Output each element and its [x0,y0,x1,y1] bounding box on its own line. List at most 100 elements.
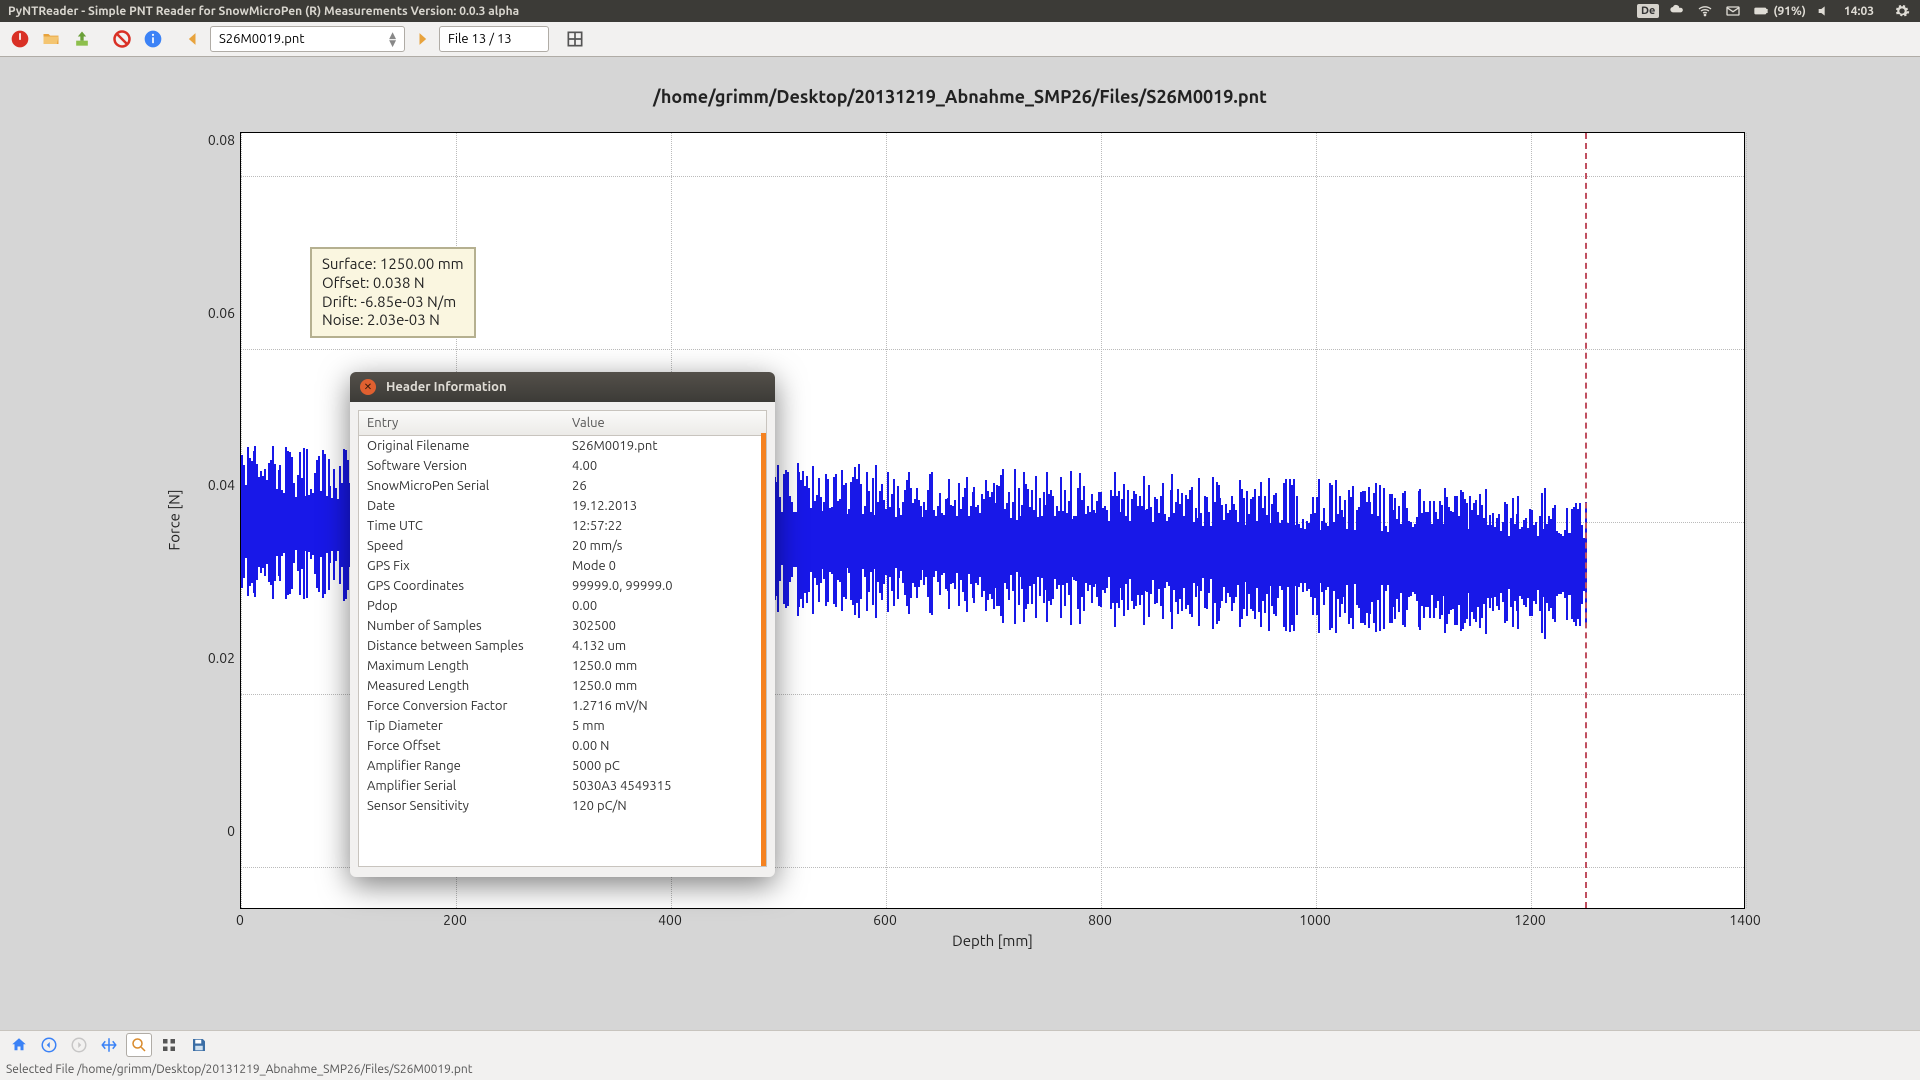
combo-arrows-icon: ▲▼ [389,31,396,47]
back-button[interactable] [36,1033,62,1057]
x-tick: 200 [443,912,467,928]
file-counter: File 13 / 13 [439,26,549,52]
value-cell: 4.00 [564,456,766,476]
table-row[interactable]: Sensor Sensitivity120 pC/N [359,796,766,816]
quit-button[interactable] [6,25,34,53]
entry-cell: Amplifier Serial [359,776,564,796]
entry-cell: Maximum Length [359,656,564,676]
configure-subplots-button[interactable] [156,1033,182,1057]
entry-cell: Distance between Samples [359,636,564,656]
weather-icon[interactable] [1667,2,1687,20]
entry-cell: Number of Samples [359,616,564,636]
entry-cell: SnowMicroPen Serial [359,476,564,496]
y-axis-label: Force [N] [166,489,183,550]
value-cell: 120 pC/N [564,796,766,816]
entry-cell: Measured Length [359,676,564,696]
gear-icon[interactable] [1892,2,1912,20]
table-row[interactable]: Original FilenameS26M0019.pnt [359,436,766,457]
wifi-icon[interactable] [1695,2,1715,20]
y-tick: 0.06 [175,305,235,321]
matplotlib-toolbar [0,1030,1920,1058]
value-cell: 0.00 [564,596,766,616]
y-tick: 0 [175,823,235,839]
y-tick: 0.08 [175,132,235,148]
x-tick: 600 [873,912,897,928]
toggle-view-button[interactable] [561,25,589,53]
table-row[interactable]: Number of Samples302500 [359,616,766,636]
table-row[interactable]: Measured Length1250.0 mm [359,676,766,696]
table-row[interactable]: Maximum Length1250.0 mm [359,656,766,676]
surface-info-annotation: Surface: 1250.00 mm Offset: 0.038 N Drif… [310,247,476,338]
save-figure-button[interactable] [186,1033,212,1057]
value-cell: 99999.0, 99999.0 [564,576,766,596]
value-cell: S26M0019.pnt [564,436,766,457]
header-info-dialog[interactable]: ✕ Header Information Entry Value Origina… [350,372,775,877]
table-row[interactable]: Force Conversion Factor1.2716 mV/N [359,696,766,716]
info-noise: Noise: 2.03e-03 N [322,311,464,330]
clock[interactable]: 14:03 [1844,5,1874,18]
x-axis-label: Depth [mm] [240,932,1745,949]
table-row[interactable]: Distance between Samples4.132 um [359,636,766,656]
entry-cell: Software Version [359,456,564,476]
table-row[interactable]: Amplifier Serial5030A3 4549315 [359,776,766,796]
home-button[interactable] [6,1033,32,1057]
pan-button[interactable] [96,1033,122,1057]
keyboard-layout-indicator[interactable]: De [1637,4,1659,18]
table-row[interactable]: GPS FixMode 0 [359,556,766,576]
entry-cell: Force Offset [359,736,564,756]
export-button[interactable] [68,25,96,53]
table-row[interactable]: Amplifier Range5000 pC [359,756,766,776]
battery-percentage: (91%) [1773,5,1806,18]
table-row[interactable]: Speed20 mm/s [359,536,766,556]
table-row[interactable]: Software Version4.00 [359,456,766,476]
file-selector-combo[interactable]: S26M0019.pnt ▲▼ [210,26,405,52]
entry-cell: Force Conversion Factor [359,696,564,716]
entry-cell: Original Filename [359,436,564,457]
table-row[interactable]: Time UTC12:57:22 [359,516,766,536]
dialog-scrollbar[interactable] [761,433,766,866]
status-text: Selected File /home/grimm/Desktop/201312… [6,1063,472,1076]
entry-cell: Amplifier Range [359,756,564,776]
col-value[interactable]: Value [564,411,766,436]
value-cell: 5030A3 4549315 [564,776,766,796]
info-offset: Offset: 0.038 N [322,274,464,293]
table-row[interactable]: Force Offset0.00 N [359,736,766,756]
value-cell: 1250.0 mm [564,676,766,696]
battery-icon[interactable] [1751,2,1771,20]
table-row[interactable]: Date19.12.2013 [359,496,766,516]
col-entry[interactable]: Entry [359,411,564,436]
value-cell: 26 [564,476,766,496]
value-cell: 5 mm [564,716,766,736]
forward-button[interactable] [66,1033,92,1057]
prev-file-button[interactable] [179,25,207,53]
value-cell: 20 mm/s [564,536,766,556]
x-tick: 1000 [1299,912,1331,928]
table-row[interactable]: SnowMicroPen Serial26 [359,476,766,496]
y-tick: 0.02 [175,650,235,666]
entry-cell: Time UTC [359,516,564,536]
file-counter-value: File 13 / 13 [448,32,512,46]
open-folder-button[interactable] [37,25,65,53]
mail-icon[interactable] [1723,2,1743,20]
value-cell: 5000 pC [564,756,766,776]
volume-icon[interactable] [1814,2,1834,20]
table-row[interactable]: GPS Coordinates99999.0, 99999.0 [359,576,766,596]
dialog-titlebar[interactable]: ✕ Header Information [350,372,775,402]
chart-canvas[interactable]: /home/grimm/Desktop/20131219_Abnahme_SMP… [0,57,1920,1030]
entry-cell: Sensor Sensitivity [359,796,564,816]
zoom-button[interactable] [126,1033,152,1057]
table-row[interactable]: Tip Diameter5 mm [359,716,766,736]
entry-cell: Speed [359,536,564,556]
value-cell: 302500 [564,616,766,636]
table-row[interactable]: Pdop0.00 [359,596,766,616]
entry-cell: Tip Diameter [359,716,564,736]
stop-forbid-button[interactable] [108,25,136,53]
close-icon[interactable]: ✕ [360,379,376,395]
x-tick: 1200 [1514,912,1546,928]
header-info-table: Entry Value Original FilenameS26M0019.pn… [359,411,766,816]
y-tick: 0.04 [175,477,235,493]
app-toolbar: S26M0019.pnt ▲▼ File 13 / 13 [0,22,1920,57]
next-file-button[interactable] [408,25,436,53]
value-cell: Mode 0 [564,556,766,576]
info-button[interactable] [139,25,167,53]
